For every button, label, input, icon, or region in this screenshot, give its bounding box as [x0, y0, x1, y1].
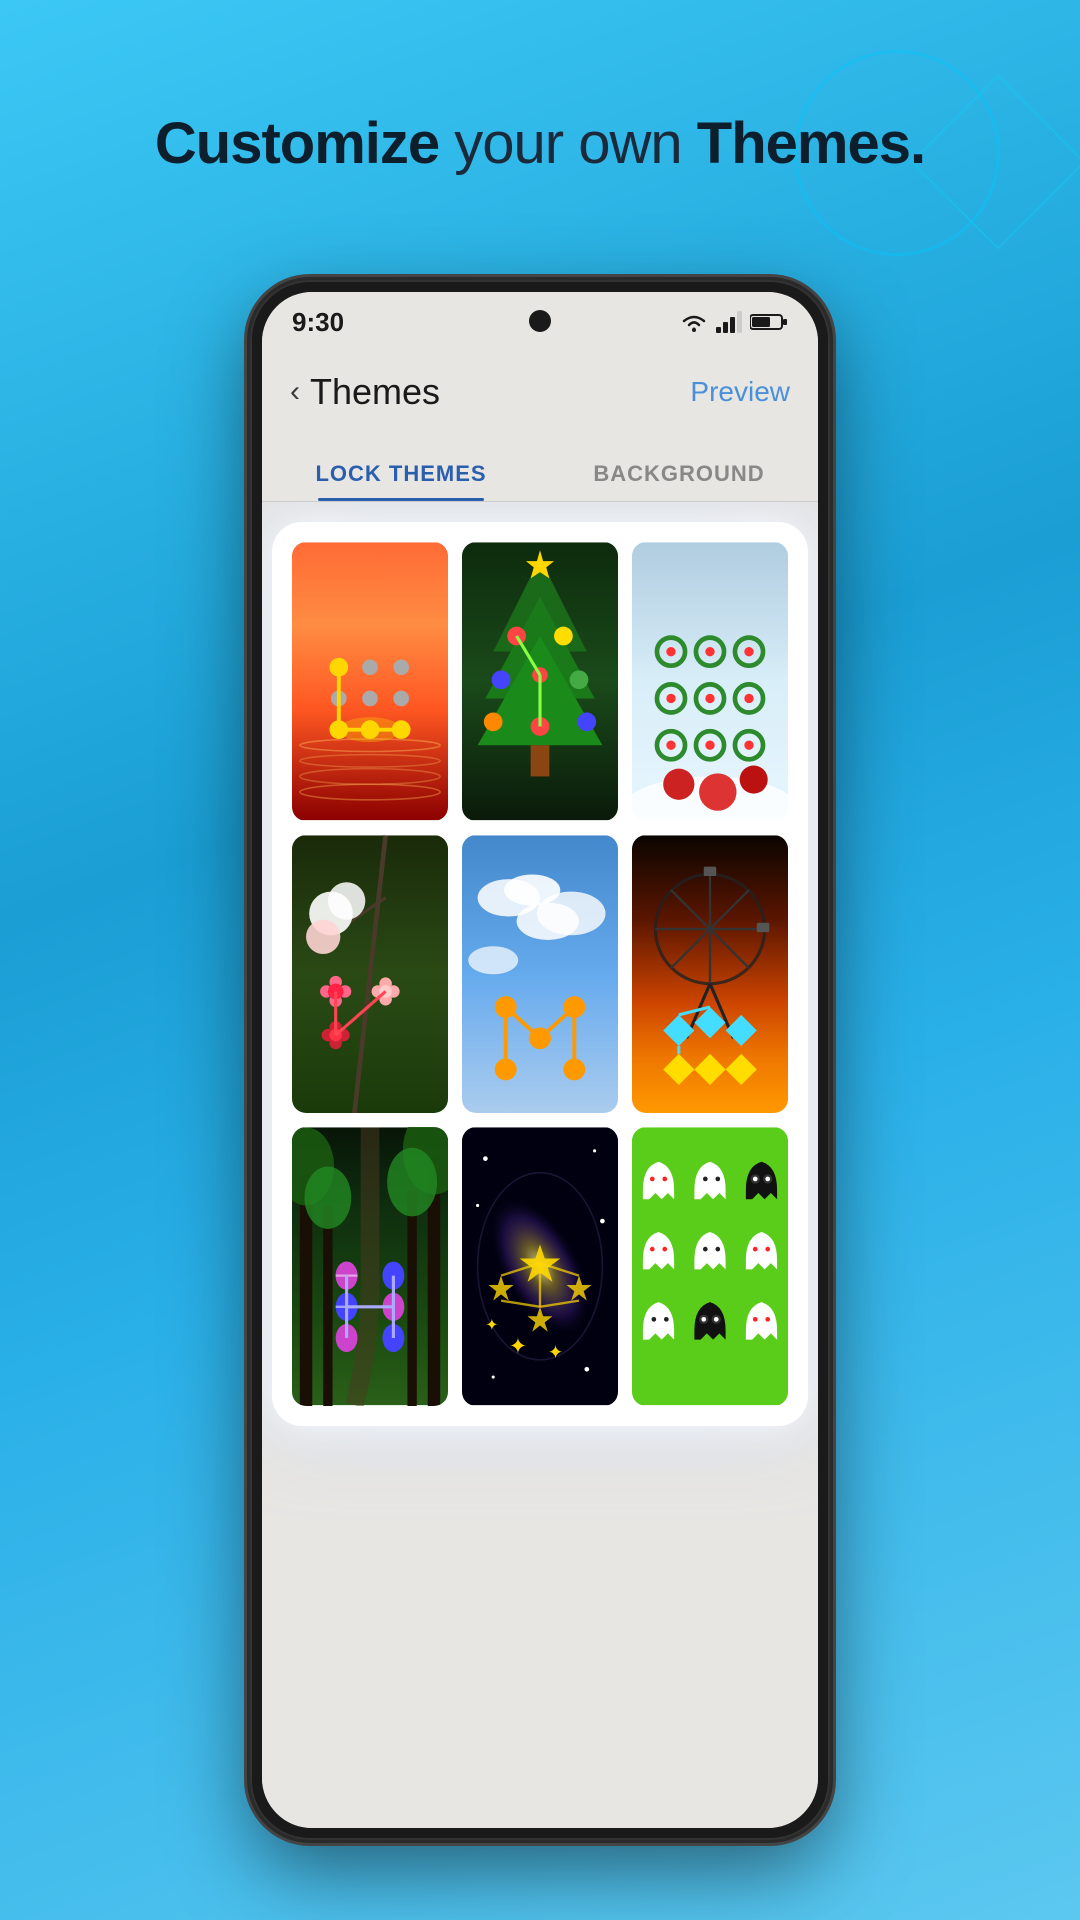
theme-card-christmas[interactable]	[462, 542, 618, 821]
header-bold-start: Customize	[155, 111, 439, 176]
theme-card-flowers[interactable]	[292, 835, 448, 1114]
tab-bar: LOCK THEMES BACKGROUND	[262, 432, 818, 502]
theme-card-clouds[interactable]	[462, 835, 618, 1114]
theme-card-sunset[interactable]	[292, 542, 448, 821]
theme-card-snow[interactable]	[632, 542, 788, 821]
theme-card-forest[interactable]	[292, 1127, 448, 1406]
theme-grid: ✦ ✦ ✦	[292, 542, 788, 1406]
svg-text:✦: ✦	[485, 1317, 498, 1334]
back-arrow-icon: ‹	[290, 375, 300, 409]
page-title: Themes	[310, 371, 440, 413]
theme-card-galaxy[interactable]: ✦ ✦ ✦	[462, 1127, 618, 1406]
tab-lock-themes[interactable]: LOCK THEMES	[262, 461, 540, 501]
svg-text:✦: ✦	[509, 1334, 527, 1359]
content-area[interactable]: ✦ ✦ ✦	[262, 502, 818, 1828]
header-normal: your own	[454, 111, 696, 176]
page-header: Customize your own Themes.	[0, 110, 1080, 177]
status-time: 9:30	[292, 307, 344, 338]
svg-text:✦: ✦	[548, 1341, 564, 1362]
preview-button[interactable]: Preview	[690, 376, 790, 408]
wifi-icon	[680, 311, 708, 333]
camera-notch	[529, 310, 551, 332]
status-bar: 9:30	[262, 292, 818, 352]
back-button[interactable]: ‹ Themes	[290, 371, 440, 413]
tab-background[interactable]: BACKGROUND	[540, 461, 818, 501]
phone-screen: 9:30	[262, 292, 818, 1828]
theme-card-ferris[interactable]	[632, 835, 788, 1114]
app-header: ‹ Themes Preview	[262, 352, 818, 432]
theme-card-ghosts[interactable]	[632, 1127, 788, 1406]
status-icons	[680, 311, 788, 333]
phone-frame: 9:30	[250, 280, 830, 1840]
header-bold-end: Themes.	[697, 111, 925, 176]
battery-icon	[750, 313, 788, 331]
theme-grid-container: ✦ ✦ ✦	[272, 522, 808, 1426]
signal-icon	[716, 311, 742, 333]
